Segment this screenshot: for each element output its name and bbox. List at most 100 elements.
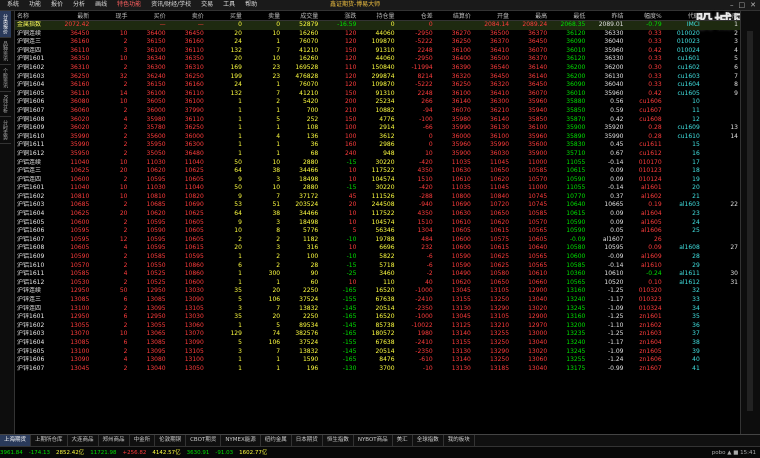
table-row[interactable]: 沪铜1610 35990 2 35600 36000 1 4 136 100 3612 0 36000… [15, 133, 740, 142]
table-row[interactable]: 沪铝1611 10585 4 10525 10860 1 300 90 -25 3460 -2 104… [15, 270, 740, 279]
sidebar-tab[interactable]: 分时走势 [0, 117, 11, 145]
table-row[interactable]: 沪铜连续 36450 10 36400 36450 20 10 16260 120 44060 -2… [15, 30, 740, 39]
sidebar-tab[interactable]: 品种资讯 [0, 38, 11, 65]
instrument-name[interactable]: 沪铝1611 [15, 270, 53, 279]
table-row[interactable]: 沪铜1607 36060 2 36000 37990 1 1 700 210 10882 -94 36… [15, 107, 740, 116]
instrument-name[interactable]: 沪锌1603 [15, 330, 53, 339]
instrument-name[interactable]: 沪锌1602 [15, 322, 53, 331]
instrument-name[interactable]: 沪锌连四 [15, 305, 53, 314]
instrument-name[interactable]: 沪铝连三 [15, 167, 53, 176]
menu-item[interactable]: 特色功能 [112, 1, 146, 9]
market-tab[interactable]: 恒生指数 [323, 435, 354, 446]
table-row[interactable]: 沪铝1604 10625 20 10620 10625 64 38 34466 10 117522… [15, 210, 740, 219]
instrument-name[interactable]: 沪铜1602 [15, 64, 53, 73]
table-row[interactable]: 沪铝1605 10600 2 10595 10605 9 3 18498 10 104574 151… [15, 219, 740, 228]
table-row[interactable]: 沪铝连续 11040 10 11030 11040 50 10 2880 -15 30220 -42… [15, 159, 740, 168]
menu-item[interactable]: 交易 [196, 1, 218, 9]
instrument-name[interactable]: 沪铜1609 [15, 124, 53, 133]
instrument-name[interactable]: 沪铜1607 [15, 107, 53, 116]
instrument-name[interactable]: 沪铝1604 [15, 210, 53, 219]
market-tab[interactable]: 日本期货 [292, 435, 323, 446]
menu-item[interactable]: 功能 [24, 1, 46, 9]
instrument-name[interactable]: 沪铝1606 [15, 227, 53, 236]
instrument-name[interactable]: 沪锌连续 [15, 287, 53, 296]
table-row[interactable]: 沪锌1602 13055 2 13055 13060 1 5 89534 -145 85738 -1… [15, 322, 740, 331]
instrument-name[interactable]: 沪铝1610 [15, 262, 53, 271]
menu-item[interactable]: 报价 [46, 1, 68, 9]
market-tab[interactable]: 我的板块 [444, 435, 475, 446]
table-row[interactable]: 沪锌连三 13085 6 13085 13090 5 106 37524 -155 67638 -2… [15, 296, 740, 305]
column-header[interactable]: 卖量 [243, 11, 283, 21]
instrument-name[interactable]: 沪铜1606 [15, 98, 53, 107]
table-row[interactable]: 沪铝1606 10595 2 10590 10605 10 8 5776 5 56346 1304 1… [15, 227, 740, 236]
table-row[interactable]: 沪锌1606 13090 4 13080 13100 1 1 1590 -165 8476 -610… [15, 356, 740, 365]
table-row[interactable]: 沪锌1604 13085 6 13085 13090 5 106 37524 -155 67638… [15, 339, 740, 348]
column-header[interactable]: 代码 [663, 11, 702, 21]
table-row[interactable]: 沪铜1606 36080 10 36050 36100 1 2 5420 200 25234 266… [15, 98, 740, 107]
column-header[interactable]: 结算价 [434, 11, 473, 21]
instrument-name[interactable]: 沪铝连四 [15, 176, 53, 185]
column-header[interactable]: 仓差 [396, 11, 435, 21]
instrument-name[interactable]: 沪铜1603 [15, 73, 53, 82]
instrument-name[interactable]: 沪铜1612 [15, 150, 53, 159]
market-tab[interactable]: 郑州商品 [99, 435, 130, 446]
market-tab[interactable]: 伦敦期铜 [155, 435, 187, 446]
column-header[interactable]: 现手 [91, 11, 130, 21]
menu-item[interactable]: 画线 [90, 1, 112, 9]
instrument-name[interactable]: 沪铝1605 [15, 219, 53, 228]
instrument-name[interactable]: 金属指数 [15, 20, 54, 30]
instrument-name[interactable]: 沪铝1601 [15, 184, 53, 193]
table-row[interactable]: 沪铝1610 10570 2 10550 10860 6 2 28 -15 5718 -6 10590… [15, 262, 740, 271]
table-row[interactable]: 沪铜1611 35990 2 35950 36300 1 1 36 160 2986 0 35960 3… [15, 141, 740, 150]
market-tab[interactable]: 大连商品 [68, 435, 99, 446]
instrument-name[interactable]: 沪锌1606 [15, 356, 53, 365]
instrument-name[interactable]: 沪铜连四 [15, 47, 53, 56]
table-row[interactable]: 沪铜连三 36160 2 36150 36160 24 1 76070 120 109870 -52… [15, 38, 740, 47]
column-header[interactable]: 卖价 [167, 11, 206, 21]
instrument-name[interactable]: 沪锌1601 [15, 313, 53, 322]
market-tab[interactable]: 上期所仓库 [31, 435, 68, 446]
column-header[interactable]: 序 [701, 11, 740, 21]
market-tab[interactable]: 美汇 [393, 435, 413, 446]
market-tab[interactable]: 纽约金属 [261, 435, 292, 446]
table-row[interactable]: 沪锌1603 13070 10 13065 13070 129 74 382576 -165 18… [15, 330, 740, 339]
market-tab[interactable]: CBOT期货 [186, 435, 222, 446]
instrument-name[interactable]: 沪铝1603 [15, 201, 53, 210]
table-row[interactable]: 金属指数 2072.42— —0 0 52879 -16.59 0 0 2084.14 2089.… [15, 20, 740, 30]
menu-item[interactable]: 系统 [2, 1, 24, 9]
menu-item[interactable]: 资讯/财经/学校 [146, 1, 196, 9]
table-row[interactable]: 沪铜1601 36350 10 36340 36350 20 10 16260 120 44060… [15, 55, 740, 64]
instrument-name[interactable]: 沪铝1608 [15, 244, 53, 253]
table-row[interactable]: 沪铝1602 10810 10 10810 10820 9 7 37172 45 111526 -2… [15, 193, 740, 202]
table-row[interactable]: 沪锌1607 13045 2 13040 13050 1 1 196 -130 3700 -10 13… [15, 365, 740, 374]
table-row[interactable]: 沪铜1609 36020 2 35780 36250 1 1 108 100 2914 -66 359… [15, 124, 740, 133]
table-row[interactable]: 沪铜1603 36250 32 36240 36250 199 23 476828 120 299… [15, 73, 740, 82]
instrument-name[interactable]: 沪铝1612 [15, 279, 53, 288]
column-header[interactable]: 幅度% [625, 11, 664, 21]
menu-item[interactable]: 工具 [218, 1, 240, 9]
instrument-name[interactable]: 沪铜1610 [15, 133, 53, 142]
table-row[interactable]: 沪铜1604 36160 2 36150 36160 24 1 76070 120 109870 -… [15, 81, 740, 90]
market-tab[interactable]: 全球指数 [413, 435, 444, 446]
table-row[interactable]: 沪铝1609 10590 2 10585 10595 1 2 100 -10 5822 -6 1059… [15, 253, 740, 262]
instrument-name[interactable]: 沪铜连三 [15, 38, 53, 47]
instrument-name[interactable]: 沪锌1605 [15, 348, 53, 357]
instrument-name[interactable]: 沪铝1607 [15, 236, 53, 245]
column-header[interactable]: 买量 [205, 11, 244, 21]
menu-item[interactable]: 帮助 [240, 1, 262, 9]
table-row[interactable]: 沪锌1601 12950 6 12950 13030 35 20 2250 -165 16520 -… [15, 313, 740, 322]
instrument-name[interactable]: 沪锌1607 [15, 365, 53, 374]
instrument-name[interactable]: 沪铜1605 [15, 90, 53, 99]
column-header[interactable]: 最新 [53, 11, 92, 21]
table-row[interactable]: 沪锌连续 12950 50 12950 13030 35 20 2250 -165 16520 -1… [15, 287, 740, 296]
table-row[interactable]: 沪铜1605 36110 14 36100 36110 132 7 41210 150 91310… [15, 90, 740, 99]
table-row[interactable]: 沪铜1608 36020 4 35980 36110 1 5 252 150 4776 -100 35… [15, 116, 740, 125]
table-row[interactable]: 沪铝1608 10605 4 10595 10615 20 3 316 10 6696 232 106… [15, 244, 740, 253]
instrument-name[interactable]: 沪铝1609 [15, 253, 53, 262]
menu-item[interactable]: 分析 [68, 1, 90, 9]
market-tab[interactable]: 上海期货 [0, 435, 32, 446]
instrument-name[interactable]: 沪铜1608 [15, 116, 53, 125]
instrument-name[interactable]: 沪铝1602 [15, 193, 53, 202]
table-row[interactable]: 沪锌1605 13100 2 13095 13105 3 7 13832 -145 20514 -2… [15, 348, 740, 357]
table-row[interactable]: 沪铝1601 11040 10 11030 11040 50 10 2880 -15 30220 -… [15, 184, 740, 193]
